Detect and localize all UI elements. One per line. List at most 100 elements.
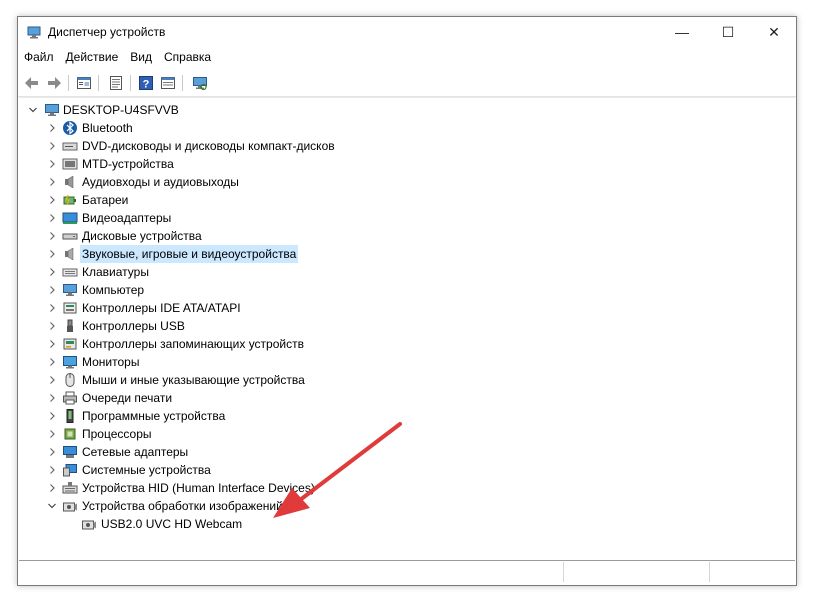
forward-button[interactable] <box>44 73 64 93</box>
expand-chevron-icon[interactable] <box>47 461 57 479</box>
tree-item-label: Системные устройства <box>82 463 211 477</box>
display-adapter-icon <box>62 212 78 224</box>
tree-item-label: Контроллеры USB <box>82 319 185 333</box>
expand-chevron-icon[interactable] <box>47 245 57 263</box>
expand-chevron-icon[interactable] <box>47 281 57 299</box>
tree-item-label: Bluetooth <box>82 121 133 135</box>
expand-chevron-icon[interactable] <box>47 443 57 461</box>
update-driver-button[interactable] <box>106 73 126 93</box>
expand-chevron-icon[interactable] <box>47 299 57 317</box>
hid-icon <box>62 482 78 494</box>
tree-item-label: Устройства HID (Human Interface Devices) <box>82 481 315 495</box>
expand-chevron-icon[interactable] <box>47 389 57 407</box>
properties-icon <box>77 77 91 89</box>
software-device-icon <box>66 409 74 423</box>
speaker-icon <box>65 175 74 189</box>
usb-icon <box>67 319 73 332</box>
menu-view[interactable]: Вид <box>124 47 158 64</box>
menu-action[interactable]: Действие <box>60 47 125 64</box>
svg-text:?: ? <box>143 79 150 91</box>
expand-chevron-icon[interactable] <box>47 407 57 425</box>
properties-button[interactable] <box>74 73 94 93</box>
maximize-button[interactable]: ☐ <box>705 17 751 47</box>
processor-icon <box>64 428 76 440</box>
back-button[interactable] <box>22 73 42 93</box>
network-adapter-icon <box>63 446 77 458</box>
tree-item-label: Процессоры <box>82 427 152 441</box>
tree-item-label: Клавиатуры <box>82 265 149 279</box>
dvd-drive-icon <box>62 142 78 151</box>
menu-file[interactable]: Файл <box>18 47 60 64</box>
expand-chevron-icon[interactable] <box>47 119 57 137</box>
minimize-button[interactable]: — <box>659 17 705 47</box>
tree-item-label: Батареи <box>82 193 129 207</box>
action-icon <box>161 77 175 89</box>
tree-item-label: Программные устройства <box>82 409 226 423</box>
tree-item-label: Аудиовходы и аудиовыходы <box>82 175 239 189</box>
toolbar-separator <box>182 75 183 91</box>
tree-item-label: DVD-дисководы и дисководы компакт-дисков <box>82 139 335 153</box>
collapse-chevron-icon[interactable] <box>47 497 57 515</box>
action-button[interactable] <box>158 73 178 93</box>
update-driver-icon <box>110 76 122 90</box>
tree-item-label: MTD-устройства <box>82 157 174 171</box>
tree-item-label: Дисковые устройства <box>82 229 202 243</box>
close-icon: ✕ <box>768 23 780 40</box>
scan-hardware-button[interactable] <box>190 73 210 93</box>
tree-item-label: Мыши и иные указывающие устройства <box>82 373 305 387</box>
mouse-icon <box>65 373 75 387</box>
toolbar-separator <box>130 75 131 91</box>
mtd-device-icon <box>62 158 78 170</box>
storage-controller-icon <box>63 338 77 350</box>
sound-icon <box>65 247 74 261</box>
tree-item-label: Контроллеры запоминающих устройств <box>82 337 304 351</box>
help-button[interactable]: ? <box>136 73 156 93</box>
tree-item-label: Мониторы <box>82 355 140 369</box>
title-bar[interactable]: Диспетчер устройств — ☐ ✕ <box>18 17 796 47</box>
tree-item-label: Контроллеры IDE ATA/ATAPI <box>82 301 241 315</box>
expand-chevron-icon[interactable] <box>47 137 57 155</box>
webcam-icon <box>82 520 96 530</box>
status-separator <box>563 562 564 582</box>
collapse-chevron-icon[interactable] <box>28 101 38 119</box>
expand-chevron-icon[interactable] <box>47 155 57 173</box>
system-device-icon <box>63 464 77 477</box>
tree-item-label: Компьютер <box>82 283 145 297</box>
expand-chevron-icon[interactable] <box>47 371 57 389</box>
expand-chevron-icon[interactable] <box>47 425 57 443</box>
expand-chevron-icon[interactable] <box>47 263 57 281</box>
tree-item-label: Устройства обработки изображений <box>82 499 283 513</box>
device-tree[interactable]: DESKTOP-U4SFVVB Bluetooth DVD-дисководы и… <box>19 97 795 561</box>
expand-chevron-icon[interactable] <box>47 191 57 209</box>
tree-item-label: Звуковые, игровые и видеоустройства <box>80 245 299 263</box>
tree-root-label: DESKTOP-U4SFVVB <box>63 103 179 117</box>
toolbar-separator <box>98 75 99 91</box>
expand-chevron-icon[interactable] <box>47 353 57 371</box>
keyboard-icon <box>62 268 78 277</box>
disk-drive-icon <box>62 233 78 240</box>
device-manager-window: Диспетчер устройств — ☐ ✕ Файл Действие Ви… <box>17 16 797 586</box>
tree-child-label: USB2.0 UVC HD Webcam <box>101 517 243 531</box>
status-separator <box>709 562 710 582</box>
expand-chevron-icon[interactable] <box>47 479 57 497</box>
scan-hardware-icon <box>193 77 207 91</box>
battery-icon <box>63 194 76 206</box>
maximize-icon: ☐ <box>721 23 735 40</box>
expand-chevron-icon[interactable] <box>47 227 57 245</box>
back-icon <box>25 77 38 89</box>
tree-item-label: Очереди печати <box>82 391 173 405</box>
menu-help[interactable]: Справка <box>158 47 217 64</box>
tree-item-label: Видеоадаптеры <box>82 211 172 225</box>
help-icon: ? <box>139 76 153 91</box>
expand-chevron-icon[interactable] <box>47 335 57 353</box>
expand-chevron-icon[interactable] <box>47 317 57 335</box>
imaging-device-icon <box>63 502 77 512</box>
bluetooth-icon <box>63 121 77 135</box>
forward-icon <box>48 77 61 89</box>
menu-bar: Файл Действие Вид Справка <box>18 47 796 69</box>
ide-controller-icon <box>63 302 77 314</box>
close-button[interactable]: ✕ <box>751 17 797 47</box>
window-title: Диспетчер устройств <box>48 25 166 39</box>
expand-chevron-icon[interactable] <box>47 173 57 191</box>
expand-chevron-icon[interactable] <box>47 209 57 227</box>
